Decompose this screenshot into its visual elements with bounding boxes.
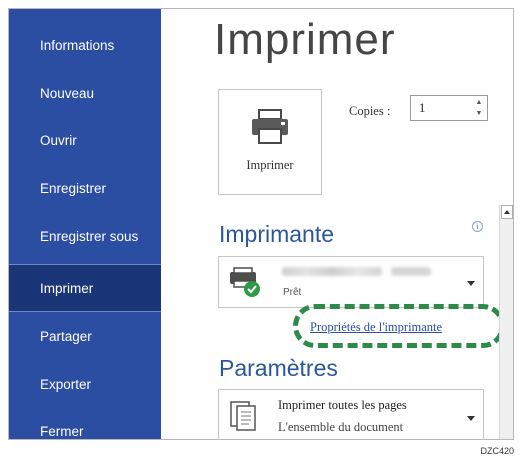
pages-icon <box>230 401 256 431</box>
copies-value: 1 <box>419 101 426 115</box>
sidebar-item-enregistrer[interactable]: Enregistrer <box>9 164 161 212</box>
chevron-down-icon <box>467 281 475 286</box>
sidebar-item-label: Enregistrer sous <box>40 228 139 244</box>
printer-name-redacted <box>282 267 382 276</box>
printer-ready-icon <box>230 267 260 297</box>
caret-up-icon[interactable]: ▲ <box>475 99 483 107</box>
sidebar-item-fermer[interactable]: Fermer <box>9 407 161 439</box>
sidebar-item-label: Informations <box>40 37 115 53</box>
sidebar-item-nouveau[interactable]: Nouveau <box>9 69 161 117</box>
chevron-down-icon <box>467 416 475 421</box>
sidebar-item-ouvrir[interactable]: Ouvrir <box>9 116 161 164</box>
print-range-subtitle: L'ensemble du document <box>278 420 404 434</box>
figure-code: DZC420 <box>480 446 514 456</box>
sidebar-item-label: Nouveau <box>40 85 95 101</box>
print-backstage-window: Informations Nouveau Ouvrir Enregistrer … <box>8 8 514 440</box>
printer-properties-link[interactable]: Propriétés de l'imprimante <box>310 320 442 335</box>
caret-down-icon[interactable]: ▼ <box>475 110 483 118</box>
info-icon[interactable]: i <box>472 221 483 232</box>
scroll-up-icon[interactable] <box>501 205 513 219</box>
print-button[interactable]: Imprimer <box>218 89 322 195</box>
sidebar-item-label: Imprimer <box>40 280 94 296</box>
printer-dropdown[interactable]: Prêt <box>218 256 484 308</box>
print-range-dropdown[interactable]: Imprimer toutes les pages L'ensemble du … <box>218 389 484 439</box>
printer-section-title: Imprimante <box>219 221 335 247</box>
print-range-title: Imprimer toutes les pages <box>278 398 407 412</box>
settings-section-title: Paramètres <box>219 355 338 381</box>
copies-stepper[interactable]: 1 ▲ ▼ <box>410 95 488 121</box>
sidebar-item-label: Exporter <box>40 376 92 392</box>
sidebar-item-label: Fermer <box>40 423 84 439</box>
sidebar-item-partager[interactable]: Partager <box>9 312 161 360</box>
sidebar-item-label: Partager <box>40 328 92 344</box>
sidebar-item-label: Enregistrer <box>40 180 107 196</box>
vertical-scrollbar[interactable] <box>499 205 513 439</box>
printer-status: Prêt <box>283 287 302 298</box>
printer-icon <box>248 108 292 146</box>
page-title: Imprimer <box>214 15 396 64</box>
print-button-label: Imprimer <box>246 158 294 172</box>
sidebar-item-label: Ouvrir <box>40 132 77 148</box>
sidebar-item-informations[interactable]: Informations <box>9 21 161 69</box>
sidebar-item-enregistrer-sous[interactable]: Enregistrer sous <box>9 212 161 260</box>
print-panel: Imprimer Imprimer Copies : 1 ▲ ▼ Imprima… <box>161 9 513 439</box>
sidebar: Informations Nouveau Ouvrir Enregistrer … <box>9 9 161 439</box>
printer-name-redacted <box>391 267 431 276</box>
sidebar-item-imprimer[interactable]: Imprimer <box>9 264 161 312</box>
copies-label: Copies : <box>349 104 391 118</box>
sidebar-item-exporter[interactable]: Exporter <box>9 360 161 408</box>
